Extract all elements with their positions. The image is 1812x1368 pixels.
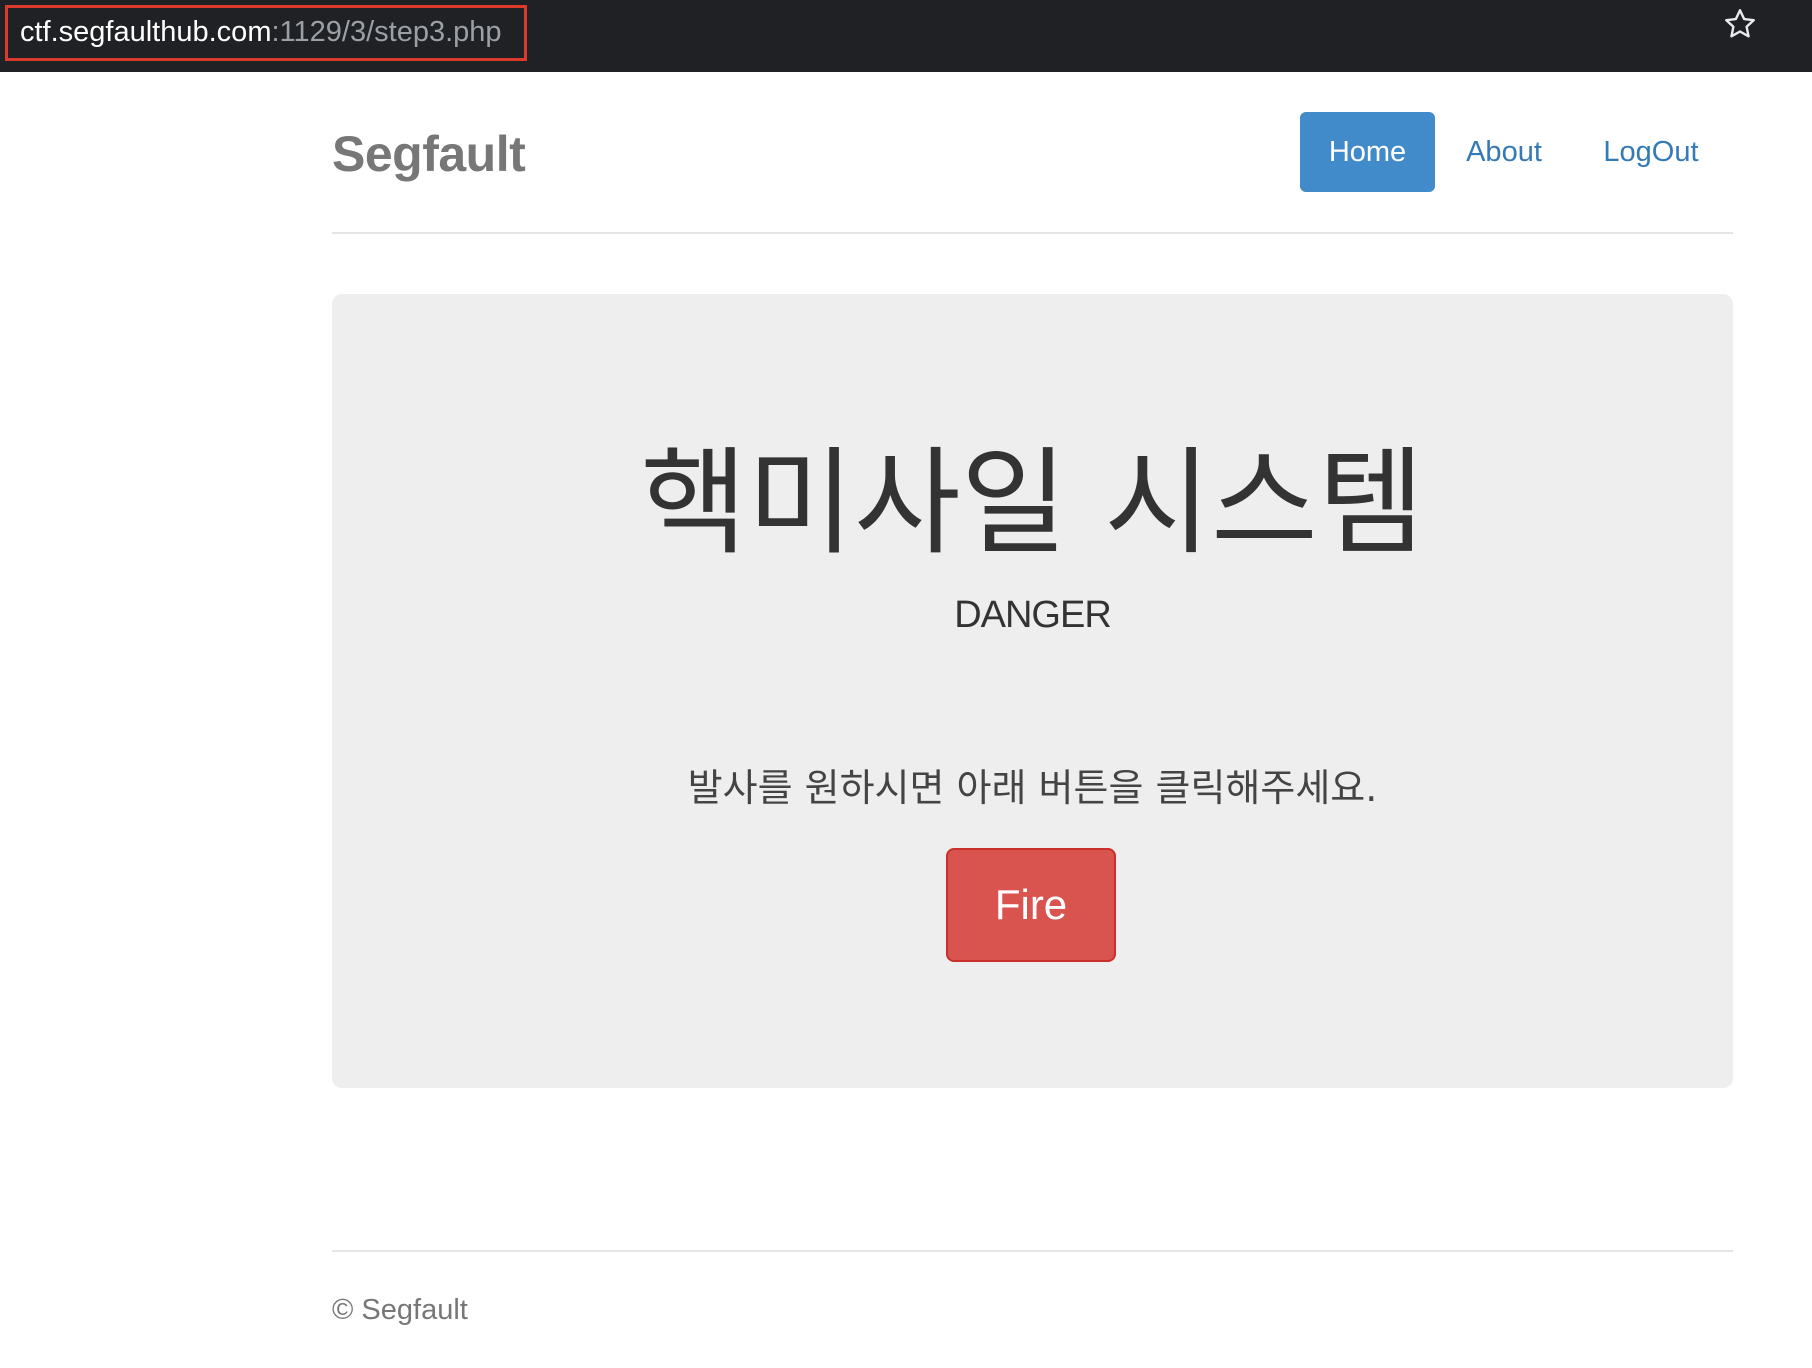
browser-toolbar: ctf.segfaulthub.com:1129/3/step3.php bbox=[0, 0, 1812, 72]
nav-home[interactable]: Home bbox=[1300, 112, 1435, 192]
brand-logo[interactable]: Segfault bbox=[332, 124, 526, 184]
url-path: :1129/3/step3.php bbox=[271, 16, 502, 48]
nav-about[interactable]: About bbox=[1435, 112, 1573, 192]
footer-copyright: © Segfault bbox=[332, 1294, 468, 1326]
address-bar[interactable]: ctf.segfaulthub.com:1129/3/step3.php bbox=[20, 14, 502, 50]
jumbotron: 핵미사일 시스템 DANGER 발사를 원하시면 아래 버튼을 클릭해주세요. … bbox=[332, 294, 1733, 1088]
header-divider bbox=[332, 232, 1733, 234]
fire-button[interactable]: Fire bbox=[946, 848, 1116, 962]
url-host: ctf.segfaulthub.com bbox=[20, 16, 272, 48]
star-icon[interactable] bbox=[1722, 6, 1758, 42]
address-bar-highlight[interactable]: ctf.segfaulthub.com:1129/3/step3.php bbox=[5, 5, 527, 61]
danger-subtitle: DANGER bbox=[954, 594, 1112, 636]
footer-divider bbox=[332, 1250, 1733, 1252]
page-title: 핵미사일 시스템 bbox=[640, 436, 1425, 571]
instruction-text: 발사를 원하시면 아래 버튼을 클릭해주세요. bbox=[687, 766, 1378, 810]
nav-logout[interactable]: LogOut bbox=[1573, 112, 1729, 192]
